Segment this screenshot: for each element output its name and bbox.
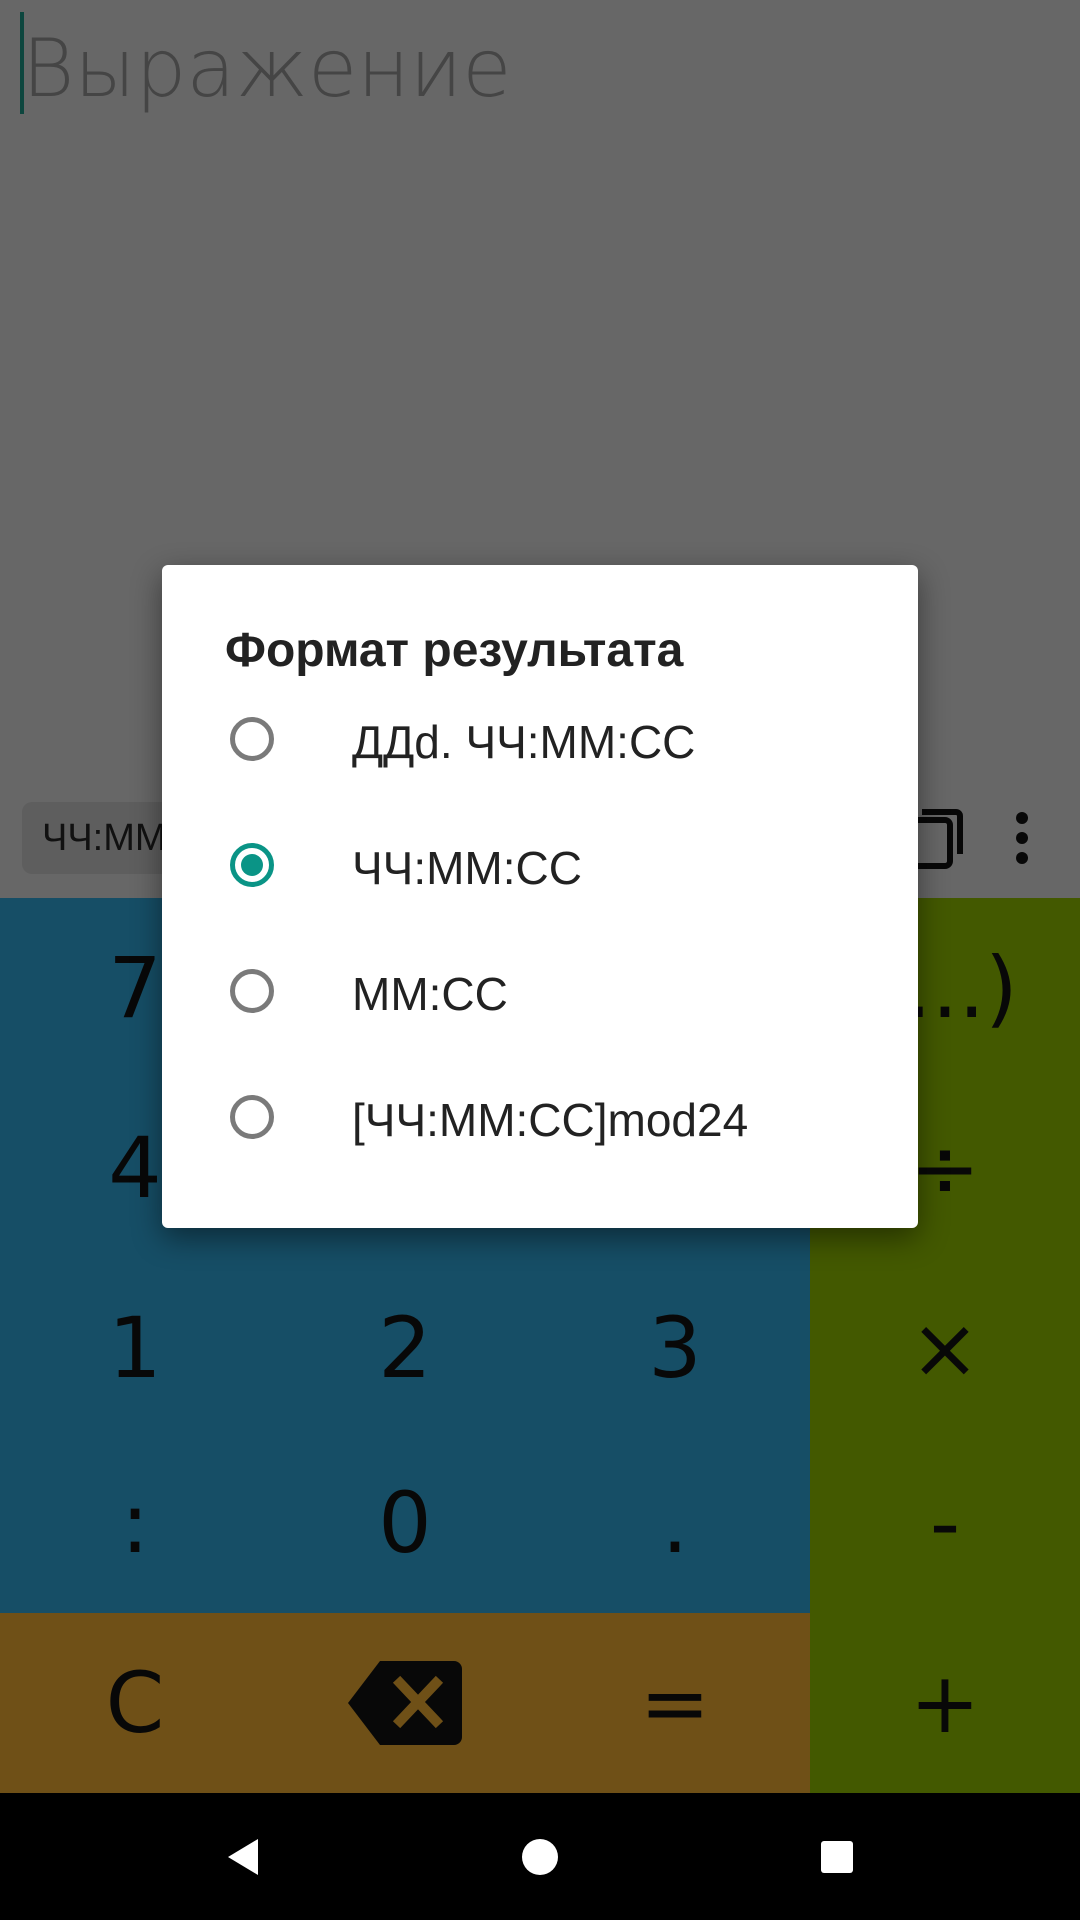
format-option-hours-minutes-seconds[interactable]: ЧЧ:ММ:СС [162, 805, 918, 931]
nav-recents-button[interactable] [777, 1793, 897, 1920]
nav-home-button[interactable] [480, 1793, 600, 1920]
option-label: ДДd. ЧЧ:ММ:СС [352, 716, 696, 768]
format-option-mod24[interactable]: [ЧЧ:ММ:СС]mod24 [162, 1057, 918, 1183]
radio-button[interactable] [230, 969, 274, 1013]
dialog-title: Формат результата [225, 624, 684, 677]
format-option-minutes-seconds[interactable]: ММ:СС [162, 931, 918, 1057]
radio-button-selected[interactable] [230, 843, 274, 887]
home-icon [522, 1838, 558, 1875]
back-icon [228, 1838, 258, 1875]
navigation-bar [0, 1793, 1080, 1920]
radio-button[interactable] [230, 717, 274, 761]
option-label: ЧЧ:ММ:СС [352, 842, 582, 894]
result-format-dialog: Формат результата ДДd. ЧЧ:ММ:СС ЧЧ:ММ:СС… [162, 565, 918, 1228]
nav-back-button[interactable] [182, 1793, 302, 1920]
recents-icon [821, 1840, 853, 1873]
option-label: ММ:СС [352, 968, 508, 1020]
radio-button[interactable] [230, 1095, 274, 1139]
format-option-days-hours-minutes-seconds[interactable]: ДДd. ЧЧ:ММ:СС [162, 679, 918, 805]
option-label: [ЧЧ:ММ:СС]mod24 [352, 1094, 749, 1146]
